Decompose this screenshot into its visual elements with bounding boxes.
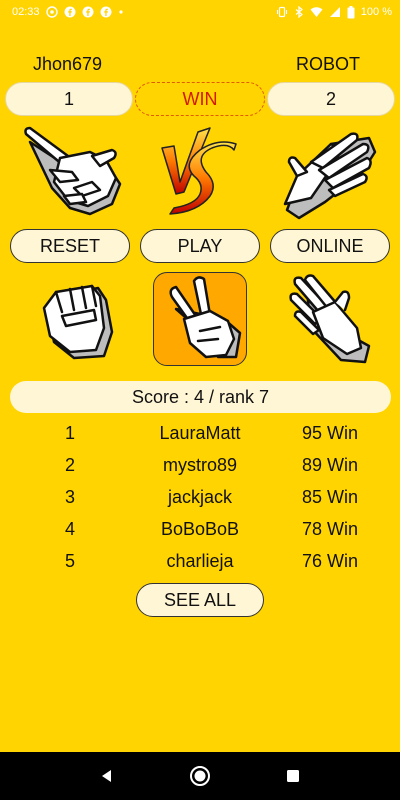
battery-level: 100 %: [360, 6, 392, 18]
leaderboard-wins: 76 Win: [301, 551, 359, 571]
leaderboard-rank: 5: [64, 551, 75, 571]
recents-icon[interactable]: [281, 764, 305, 788]
dot-icon: [118, 9, 124, 15]
battery-icon: [347, 5, 355, 19]
vibrate-icon: [276, 6, 288, 18]
round-result: WIN: [135, 82, 265, 116]
leaderboard-name: LauraMatt: [159, 423, 241, 443]
signal-icon: [329, 6, 341, 18]
leaderboard-wins: 89 Win: [301, 455, 359, 475]
leaderboard-rank: 3: [64, 487, 75, 507]
leaderboard-name: BoBoBoB: [160, 519, 240, 539]
player-score: 1: [5, 82, 133, 116]
score-summary: Score : 4 / rank 7: [10, 381, 391, 413]
leaderboard-rank: 1: [64, 423, 75, 443]
status-left: 02:33: [12, 6, 124, 18]
play-button[interactable]: PLAY: [140, 229, 260, 263]
leaderboard-name: mystro89: [162, 455, 238, 475]
home-icon[interactable]: [188, 764, 212, 788]
leaderboard-row: 1 LauraMatt 95 Win: [0, 418, 400, 450]
wifi-icon: [310, 6, 323, 18]
status-right: 100 %: [276, 5, 392, 19]
leaderboard-wins: 95 Win: [301, 423, 359, 443]
paper-choice-button[interactable]: [285, 272, 379, 366]
opponent-name: ROBOT: [295, 54, 360, 74]
leaderboard-wins: 78 Win: [301, 519, 359, 539]
rock-hand-icon: [32, 284, 126, 370]
rock-choice-button[interactable]: [32, 272, 126, 366]
status-time: 02:33: [12, 6, 40, 18]
facebook-icon: [100, 6, 112, 18]
leaderboard-rank: 2: [64, 455, 75, 475]
leaderboard-row: 3 jackjack 85 Win: [0, 482, 400, 514]
paper-hand-icon: [285, 274, 379, 370]
scissors-choice-button[interactable]: [153, 272, 247, 366]
leaderboard-wins: 85 Win: [301, 487, 359, 507]
see-all-button[interactable]: SEE ALL: [136, 583, 264, 617]
leaderboard-row: 2 mystro89 89 Win: [0, 450, 400, 482]
vs-logo: [158, 120, 240, 220]
leaderboard-name: jackjack: [167, 487, 233, 507]
paper-hand-icon: [275, 122, 385, 222]
opponent-score: 2: [267, 82, 395, 116]
leaderboard-row: 5 charlieja 76 Win: [0, 546, 400, 578]
scissors-hand-icon: [20, 122, 130, 222]
facebook-icon: [64, 6, 76, 18]
leaderboard-name: charlieja: [166, 551, 234, 571]
whatsapp-icon: [45, 6, 58, 18]
online-button[interactable]: ONLINE: [270, 229, 390, 263]
status-bar: 02:33 100 %: [0, 0, 400, 24]
facebook-icon: [82, 6, 94, 18]
scissors-hand-icon: [154, 276, 248, 371]
reset-button[interactable]: RESET: [10, 229, 130, 263]
bluetooth-icon: [294, 6, 304, 18]
player-name: Jhon679: [33, 54, 103, 74]
back-icon[interactable]: [95, 764, 119, 788]
leaderboard-row: 4 BoBoBoB 78 Win: [0, 514, 400, 546]
leaderboard-rank: 4: [64, 519, 75, 539]
navigation-bar: [0, 752, 400, 800]
